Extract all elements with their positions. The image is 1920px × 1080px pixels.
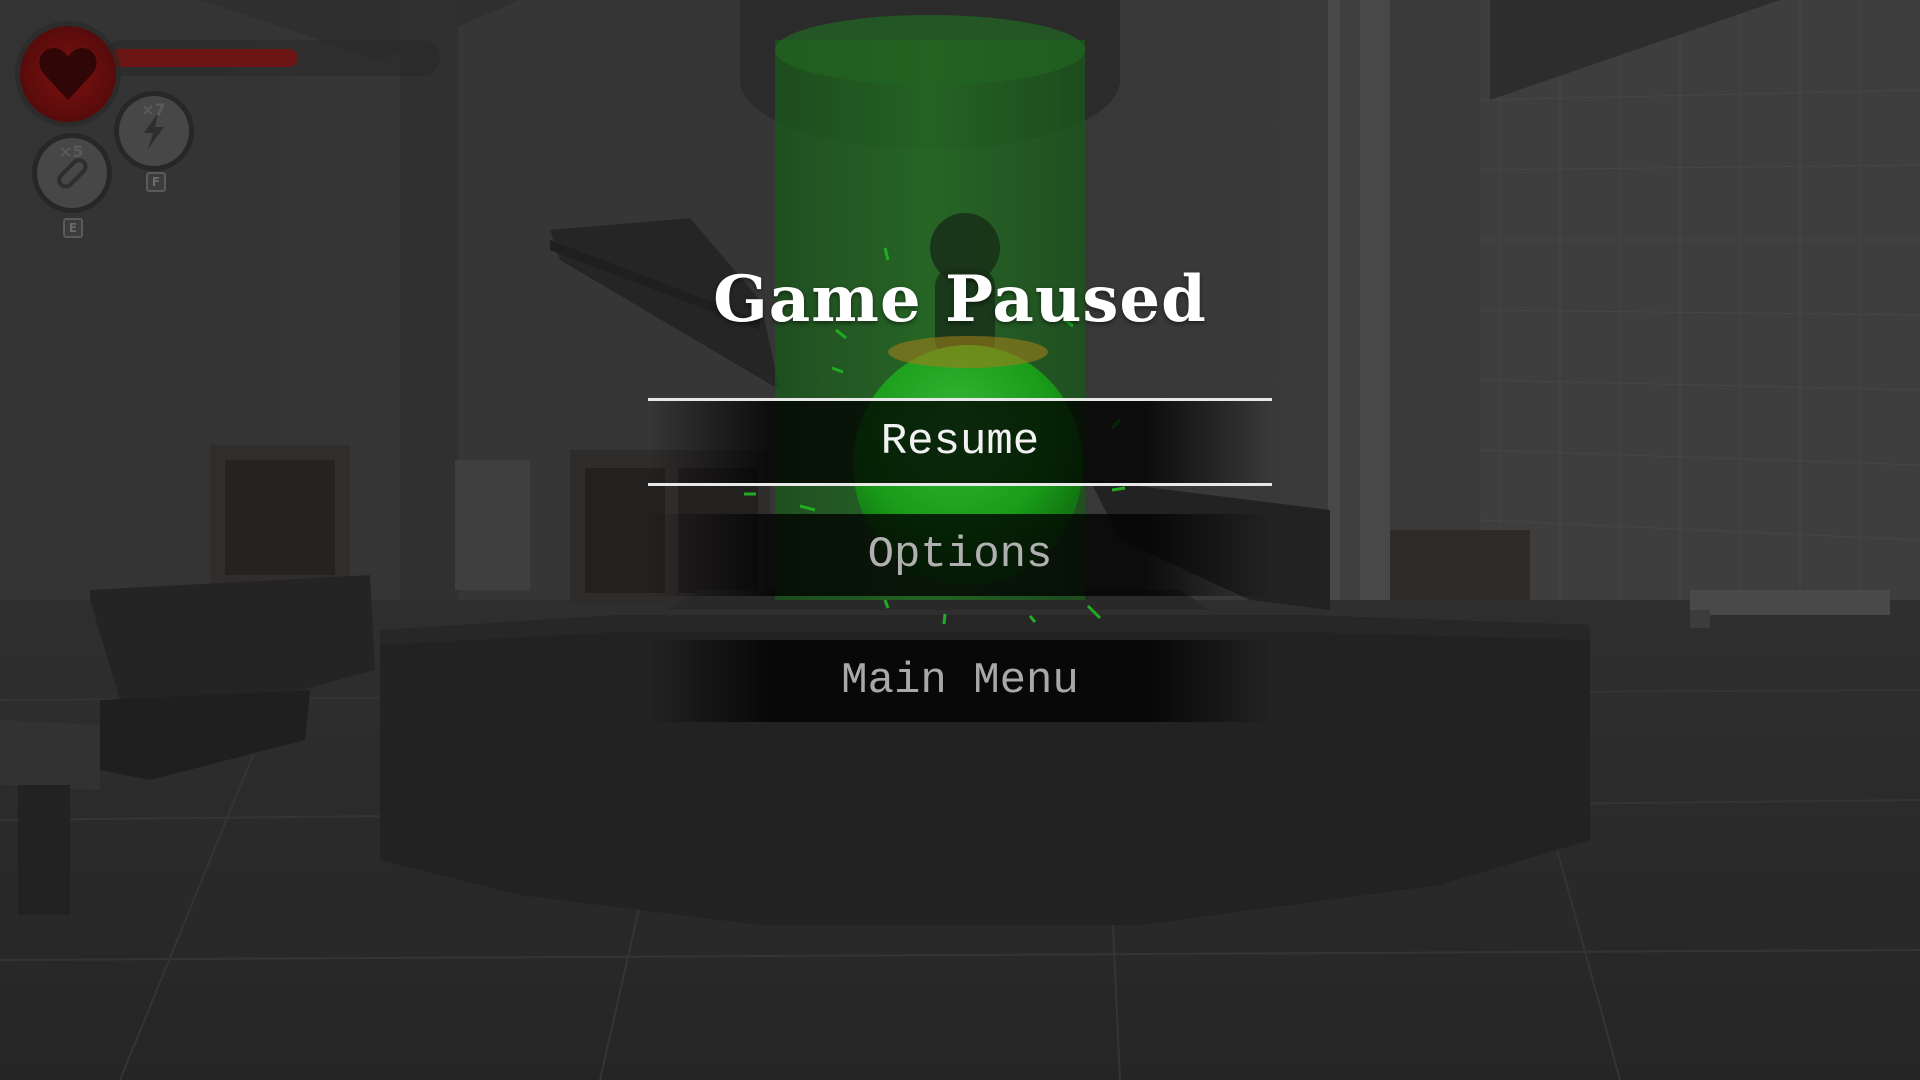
resume-button[interactable]: Resume [648,398,1272,486]
item-count: ×7 [141,100,166,119]
key-hint: E [63,218,83,238]
main-menu-button[interactable]: Main Menu [648,640,1272,722]
item-slot-lightning: ×7 [119,96,189,166]
health-bar [104,40,440,76]
item-count: ×5 [59,142,84,161]
heart-icon [39,48,97,100]
health-heart [20,26,116,122]
pause-title: Game Paused [713,262,1207,337]
item-slot-pill: ×5 [37,138,107,208]
health-bar-fill [110,49,298,67]
options-button[interactable]: Options [648,514,1272,596]
key-hint: F [146,172,166,192]
